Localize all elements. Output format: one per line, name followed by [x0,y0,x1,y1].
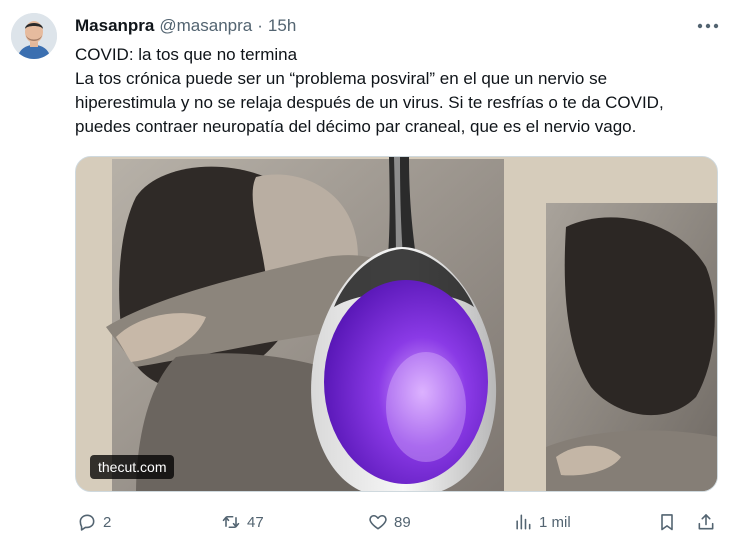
link-card-image[interactable]: thecut.com [75,156,718,492]
more-horizontal-icon [697,23,719,29]
author-handle[interactable]: @masanpra [159,16,252,36]
tweet-text-line: puedes contraer neuropatía del décimo pa… [75,117,637,136]
article-illustration [76,157,717,491]
like-button[interactable]: 89 [368,508,411,536]
retweet-count: 47 [247,513,264,531]
tweet-actions: 2 47 89 1 mil [75,508,720,536]
tweet-text-line: hiperestimula y no se relaja después de … [75,93,664,112]
view-count: 1 mil [539,513,571,531]
reply-count: 2 [103,513,112,531]
analytics-icon [516,514,531,530]
tweet-text-line: La tos crónica puede ser un “problema po… [75,69,608,88]
tweet-header: Masanpra @masanpra · 15h [75,14,296,38]
bookmark-button[interactable] [657,508,677,536]
author-name[interactable]: Masanpra [75,16,154,36]
share-icon [698,514,714,530]
heart-icon [369,514,387,530]
link-source-domain: thecut.com [90,455,175,479]
separator-dot: · [257,16,263,35]
tweet-text: COVID: la tos que no termina La tos crón… [75,43,725,139]
share-button[interactable] [696,508,716,536]
timestamp[interactable]: 15h [268,16,296,36]
bookmark-icon [661,514,673,531]
tweet-text-line: COVID: la tos que no termina [75,45,298,64]
reply-button[interactable]: 2 [77,508,111,536]
avatar[interactable] [11,13,57,59]
tweet[interactable]: Masanpra @masanpra · 15h COVID: la tos q… [0,0,738,542]
reply-icon [79,514,95,531]
retweet-button[interactable]: 47 [221,508,264,536]
like-count: 89 [394,513,411,531]
views-button[interactable]: 1 mil [513,508,571,536]
more-options-button[interactable] [696,16,720,36]
retweet-icon [222,515,240,529]
